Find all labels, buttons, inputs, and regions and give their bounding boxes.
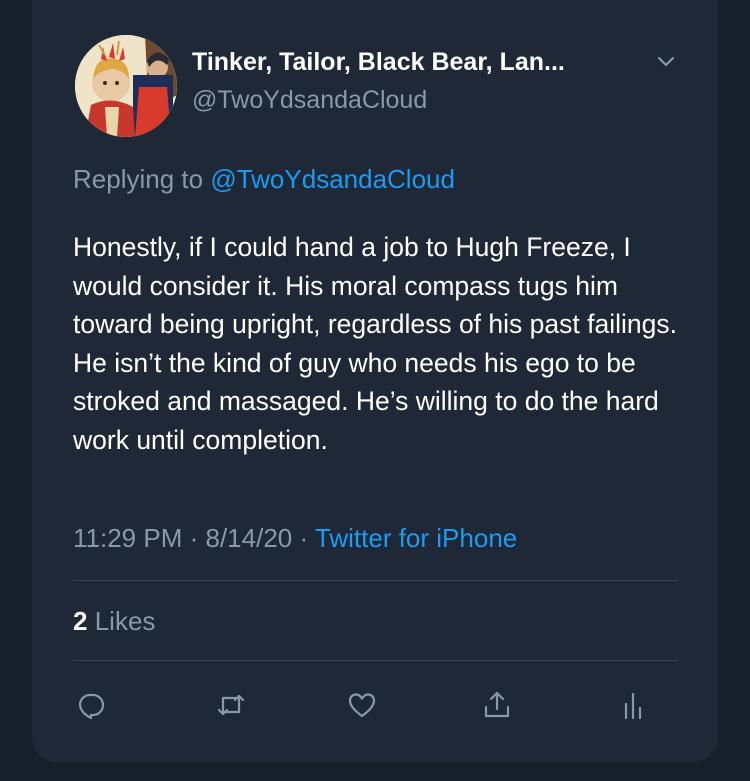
replying-to: Replying to @TwoYdsandaCloud <box>73 164 455 195</box>
tweet-text: Honestly, if I could hand a job to Hugh … <box>73 232 677 455</box>
avatar-image <box>75 35 177 137</box>
likes-link[interactable]: 2 Likes <box>73 606 155 637</box>
replying-to-handle-link[interactable]: @TwoYdsandaCloud <box>210 164 455 194</box>
like-button[interactable] <box>347 690 377 720</box>
author-name[interactable]: Tinker, Tailor, Black Bear, Lan... <box>192 48 565 77</box>
reply-button[interactable] <box>76 690 106 720</box>
likes-label: Likes <box>94 606 156 636</box>
analytics-icon <box>624 692 642 720</box>
meta-separator: · <box>189 523 199 553</box>
reply-icon <box>78 693 105 720</box>
tweet-date[interactable]: 8/14/20 <box>206 523 293 553</box>
replying-to-label: Replying to <box>73 164 204 194</box>
author-avatar[interactable] <box>75 35 177 137</box>
meta-separator: · <box>299 523 309 553</box>
likes-count: 2 <box>73 606 88 636</box>
tweet-time[interactable]: 11:29 PM <box>73 523 182 553</box>
retweet-button[interactable] <box>216 690 246 720</box>
retweet-icon <box>217 694 245 716</box>
share-button[interactable] <box>482 690 512 720</box>
tweet-meta: 11:29 PM · 8/14/20 · Twitter for iPhone <box>73 523 517 554</box>
like-icon <box>348 693 376 718</box>
tweet-source-link[interactable]: Twitter for iPhone <box>315 523 517 553</box>
tweet-card: Tinker, Tailor, Black Bear, Lan... @TwoY… <box>32 0 718 762</box>
chevron-down-icon[interactable] <box>653 52 679 72</box>
author-handle[interactable]: @TwoYdsandaCloud <box>192 86 427 115</box>
analytics-button[interactable] <box>618 690 648 720</box>
divider <box>73 660 678 661</box>
share-icon <box>484 691 510 718</box>
divider <box>73 580 678 581</box>
